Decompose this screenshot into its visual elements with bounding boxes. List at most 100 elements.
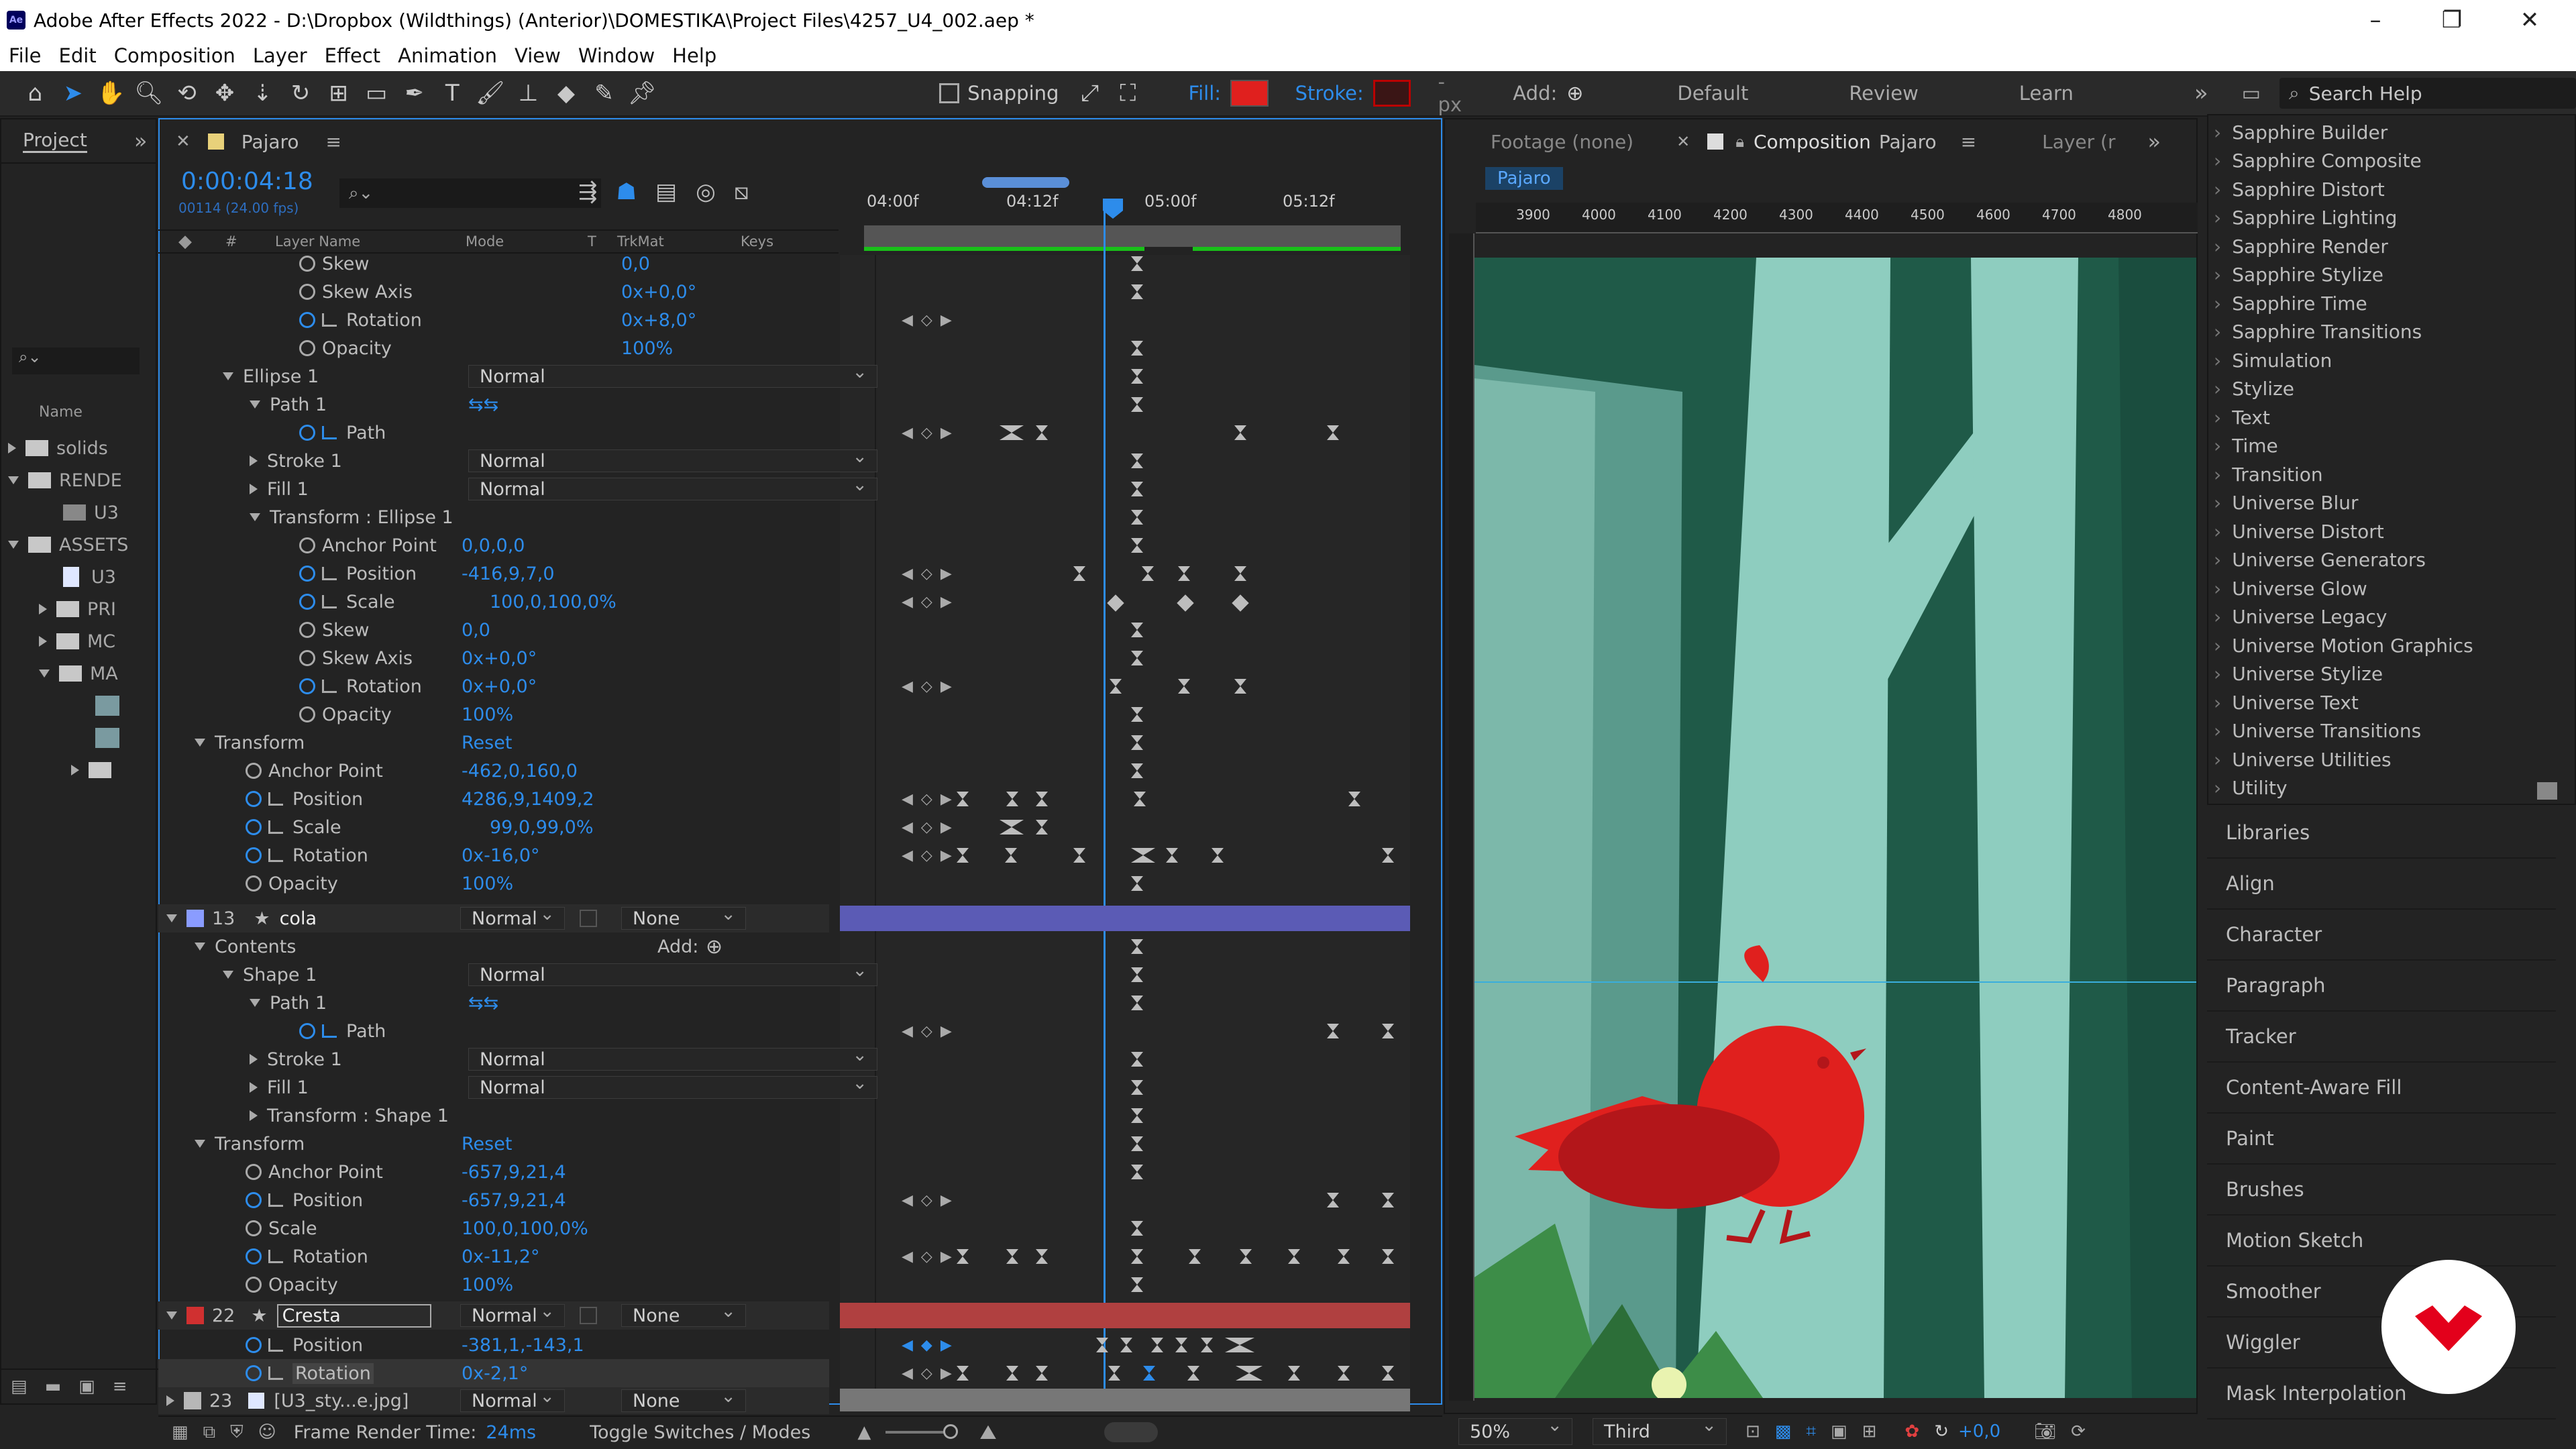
layer-switches-icon[interactable]: ⧉: [203, 1422, 216, 1443]
menu-help[interactable]: Help: [672, 44, 716, 67]
selection-tool-icon[interactable]: ➤: [56, 74, 91, 112]
effect-category[interactable]: Transition: [2208, 460, 2575, 489]
interpret-footage-icon[interactable]: ▤: [11, 1377, 28, 1397]
blend-mode-dropdown[interactable]: Normal: [468, 474, 877, 500]
panel-menu-icon[interactable]: ≡: [1961, 131, 1976, 153]
col-trkmat[interactable]: TrkMat: [617, 233, 664, 250]
snapshot-icon[interactable]: 📷︎: [2034, 1421, 2056, 1442]
property-row[interactable]: Position 4286,9,1409,2 ◀◇▶: [158, 785, 952, 813]
panel-menu-icon[interactable]: ≡: [326, 131, 341, 153]
property-row[interactable]: Scale 99,0,99,0% ◀◇▶: [158, 813, 952, 841]
effect-category[interactable]: Simulation: [2208, 346, 2575, 375]
property-row[interactable]: Scale 100,0,100,0%: [158, 1214, 829, 1242]
effect-category[interactable]: Universe Glow: [2208, 574, 2575, 603]
region-of-interest-icon[interactable]: ▣: [1831, 1421, 1847, 1442]
new-comp-icon[interactable]: ▣: [78, 1377, 95, 1397]
property-row[interactable]: Opacity 100%: [158, 334, 829, 362]
timeline-scrollbar[interactable]: [1104, 1422, 1158, 1442]
property-row[interactable]: Rotation 0x-2,1° ◀◇▶: [158, 1359, 952, 1387]
effect-category[interactable]: Universe Legacy: [2208, 603, 2575, 632]
name-column-header[interactable]: Name: [39, 404, 83, 421]
group-row[interactable]: Shape 1 Normal: [158, 960, 877, 989]
rectangle-tool-icon[interactable]: ▭: [359, 74, 394, 112]
panel-paragraph[interactable]: Paragraph: [2207, 961, 2556, 1012]
restore-button[interactable]: ❐: [2415, 0, 2489, 40]
effect-category[interactable]: Universe Motion Graphics: [2208, 631, 2575, 660]
project-item[interactable]: MA: [1, 657, 158, 690]
group-row[interactable]: Transform : Shape 1: [158, 1102, 829, 1130]
stroke-swatch[interactable]: [1373, 80, 1411, 107]
layer-color-label[interactable]: [186, 910, 204, 927]
blend-mode-dropdown[interactable]: Normal: [468, 362, 877, 388]
group-row[interactable]: Transform Reset: [158, 729, 829, 757]
layer-bar-cola[interactable]: [840, 906, 1410, 931]
timeline-search-field[interactable]: ⌕⌄: [339, 178, 601, 208]
effect-category[interactable]: Sapphire Time: [2208, 289, 2575, 318]
menu-layer[interactable]: Layer: [253, 44, 307, 67]
layer-color-label[interactable]: [184, 1392, 201, 1409]
new-folder-icon[interactable]: ▬: [45, 1377, 62, 1397]
color-channels-icon[interactable]: ✿: [1904, 1421, 1919, 1442]
close-tab-icon[interactable]: ✕: [176, 131, 191, 152]
menu-composition[interactable]: Composition: [114, 44, 235, 67]
home-icon[interactable]: ⌂: [17, 74, 53, 112]
blend-mode-dropdown[interactable]: Normal: [460, 904, 565, 930]
layer-color-label[interactable]: [186, 1307, 204, 1324]
effect-category[interactable]: Sapphire Composite: [2208, 147, 2575, 176]
reset-exposure-icon[interactable]: ↻: [1934, 1421, 1949, 1442]
panel-brushes[interactable]: Brushes: [2207, 1165, 2556, 1216]
preserve-transparency-checkbox[interactable]: [580, 1307, 597, 1324]
effect-category[interactable]: Universe Generators: [2208, 546, 2575, 575]
col-layer-name[interactable]: Layer Name: [275, 233, 360, 250]
minimize-button[interactable]: –: [2339, 0, 2412, 40]
motion-blur-icon[interactable]: ◎: [696, 178, 716, 205]
blend-mode-dropdown[interactable]: Normal: [460, 1301, 565, 1327]
project-item[interactable]: [1, 690, 158, 722]
fit-icon[interactable]: ⊡: [1746, 1421, 1760, 1442]
zoom-tool-icon[interactable]: 🔍︎: [131, 74, 167, 112]
zoom-slider[interactable]: [885, 1424, 959, 1439]
property-row[interactable]: Position -416,9,7,0 ◀◇▶: [158, 559, 952, 588]
preserve-transparency-checkbox[interactable]: [580, 910, 597, 927]
close-button[interactable]: ✕: [2493, 0, 2567, 40]
search-help-field[interactable]: ⌕ Search Help: [2279, 78, 2576, 109]
project-item[interactable]: U3: [1, 496, 158, 529]
workspace-learn[interactable]: Learn: [2019, 82, 2074, 105]
property-row[interactable]: Rotation 0x-16,0° ◀◇▶: [158, 841, 952, 869]
clone-stamp-tool-icon[interactable]: ⊥: [511, 74, 546, 112]
group-row[interactable]: Path 1 ⇆⇆: [158, 390, 829, 419]
brush-tool-icon[interactable]: 🖌︎: [473, 74, 508, 112]
footage-tab[interactable]: Footage (none): [1491, 131, 1633, 153]
menu-effect[interactable]: Effect: [325, 44, 380, 67]
reset-link[interactable]: Reset: [462, 733, 512, 753]
playhead-handle[interactable]: [1103, 199, 1123, 219]
effect-category[interactable]: Sapphire Transitions: [2208, 318, 2575, 347]
group-row[interactable]: Contents Add: ⊕: [158, 932, 829, 961]
panel-overflow-icon[interactable]: »: [2148, 129, 2161, 154]
project-item[interactable]: RENDE: [1, 464, 158, 496]
render-queue-icon[interactable]: ▦: [172, 1422, 189, 1442]
property-row[interactable]: Opacity 100%: [158, 700, 829, 729]
group-row[interactable]: Fill 1 Normal: [158, 474, 877, 503]
project-item[interactable]: [1, 722, 158, 754]
project-search-field[interactable]: ⌕⌄: [12, 347, 140, 374]
property-row[interactable]: Skew 0,0: [158, 616, 829, 644]
property-row[interactable]: Path ◀◇▶: [158, 1017, 952, 1045]
fill-swatch[interactable]: [1230, 80, 1269, 107]
resolution-dropdown[interactable]: Third: [1593, 1415, 1727, 1445]
label-tag-icon[interactable]: ◆: [178, 231, 192, 252]
property-row[interactable]: Skew 0,0: [158, 250, 829, 278]
add-content-icon[interactable]: ⊕: [706, 935, 722, 959]
snap-features-icon[interactable]: ⛶: [1110, 74, 1146, 112]
keyframe-tools-icon[interactable]: ☺: [258, 1422, 276, 1442]
track-matte-dropdown[interactable]: None: [621, 904, 746, 930]
reset-link[interactable]: Reset: [462, 1134, 512, 1155]
property-row[interactable]: Position -381,1,-143,1 ◀◆▶: [158, 1331, 952, 1359]
effect-category[interactable]: Sapphire Render: [2208, 232, 2575, 261]
effect-category[interactable]: Sapphire Builder: [2208, 118, 2575, 147]
property-row[interactable]: Position -657,9,21,4 ◀◇▶: [158, 1186, 952, 1214]
blend-mode-dropdown[interactable]: Normal: [468, 446, 877, 472]
effect-category[interactable]: Utility: [2208, 774, 2575, 803]
panel-character[interactable]: Character: [2207, 910, 2556, 961]
toggle-switches-modes[interactable]: Toggle Switches / Modes: [590, 1422, 810, 1443]
